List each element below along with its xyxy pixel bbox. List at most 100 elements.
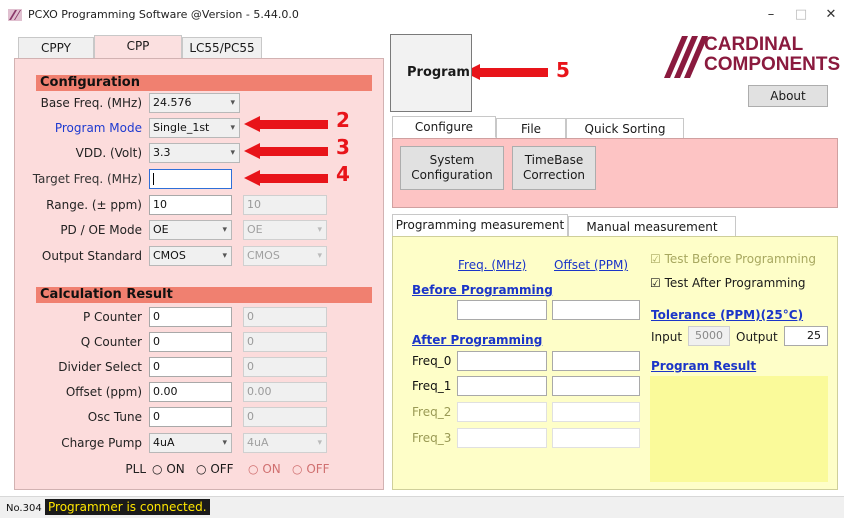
charge-pump-select[interactable]: 4uA ▾: [149, 433, 232, 453]
freq0-input[interactable]: [457, 351, 547, 371]
system-configuration-button[interactable]: System Configuration: [400, 146, 504, 190]
osc-tune-input-2: 0: [243, 407, 327, 427]
before-freq-input[interactable]: [457, 300, 547, 320]
p-counter-input[interactable]: 0: [149, 307, 232, 327]
tolerance-link[interactable]: Tolerance (PPM)(25°C): [651, 308, 803, 322]
tab-lc55-pc55[interactable]: LC55/PC55: [182, 37, 262, 59]
program-mode-select[interactable]: Single_1st ▾: [149, 118, 240, 138]
output-standard-select[interactable]: CMOS ▾: [149, 246, 232, 266]
test-before-checkbox[interactable]: ☑ Test Before Programming: [650, 252, 816, 266]
pll-on-radio[interactable]: ○ ON: [152, 462, 185, 476]
logo-text: CARDINAL COMPONENTS: [704, 34, 841, 75]
target-freq-input[interactable]: [149, 169, 232, 189]
freq0-offset-input[interactable]: [552, 351, 640, 371]
tab-file[interactable]: File: [496, 118, 566, 140]
charge-pump-label: Charge Pump: [61, 436, 142, 450]
after-programming-link[interactable]: After Programming: [412, 333, 542, 347]
divider-select-input[interactable]: 0: [149, 357, 232, 377]
freq2-offset-input: [552, 402, 640, 422]
title-bar: PCXO Programming Software @Version - 5.4…: [0, 0, 844, 30]
chevron-down-icon: ▾: [317, 225, 322, 235]
charge-pump-value: 4uA: [153, 436, 175, 449]
pd-oe-value: OE: [153, 223, 169, 236]
freq3-label: Freq_3: [412, 431, 452, 445]
freq3-input: [457, 428, 547, 448]
timebase-correction-button[interactable]: TimeBase Correction: [512, 146, 596, 190]
before-programming-link[interactable]: Before Programming: [412, 283, 553, 297]
checkbox-checked-icon: ☑: [650, 276, 661, 290]
pd-oe-value-2: OE: [247, 223, 263, 236]
radio-icon: ○: [196, 462, 207, 476]
program-button[interactable]: Program: [390, 34, 472, 112]
offset-label: Offset (ppm): [65, 385, 142, 399]
output-standard-value-2: CMOS: [247, 249, 280, 262]
tab-manual-measurement[interactable]: Manual measurement: [568, 216, 736, 238]
status-number: No.304: [6, 503, 42, 514]
tab-configure[interactable]: Configure: [392, 116, 496, 138]
test-after-label: Test After Programming: [664, 276, 806, 290]
charge-pump-value-2: 4uA: [247, 436, 269, 449]
pd-oe-label: PD / OE Mode: [60, 223, 142, 237]
window-title: PCXO Programming Software @Version - 5.4…: [28, 8, 299, 21]
button-line: Correction: [522, 168, 586, 182]
pll-off-radio[interactable]: ○ OFF: [196, 462, 234, 476]
p-counter-label: P Counter: [82, 310, 142, 324]
maximize-button[interactable]: □: [786, 4, 816, 26]
pll-label: PLL: [125, 462, 146, 476]
program-mode-label: Program Mode: [54, 121, 142, 135]
range-label: Range. (± ppm): [46, 198, 142, 212]
annotation-4: 4: [336, 162, 350, 186]
tolerance-output-field[interactable]: 25: [784, 326, 828, 346]
q-counter-label: Q Counter: [80, 335, 142, 349]
before-offset-input[interactable]: [552, 300, 640, 320]
button-line: TimeBase: [524, 153, 584, 167]
osc-tune-label: Osc Tune: [87, 410, 142, 424]
pll-off-radio-2: ○ OFF: [292, 462, 330, 476]
offset-column-header: Offset (PPM): [554, 258, 629, 272]
arrow-icon: [464, 64, 548, 80]
about-button[interactable]: About: [748, 85, 828, 107]
status-message: Programmer is connected.: [45, 499, 210, 515]
arrow-icon: [244, 143, 328, 159]
q-counter-input-2: 0: [243, 332, 327, 352]
charge-pump-select-2: 4uA ▾: [243, 433, 327, 453]
offset-input[interactable]: 0.00: [149, 382, 232, 402]
freq1-input[interactable]: [457, 376, 547, 396]
tolerance-input-field: 5000: [688, 326, 730, 346]
button-line: System: [429, 153, 475, 167]
range-input[interactable]: 10: [149, 195, 232, 215]
chevron-down-icon: ▾: [222, 438, 227, 448]
vdd-select[interactable]: 3.3 ▾: [149, 143, 240, 163]
annotation-2: 2: [336, 108, 350, 132]
pll-on-label-2: ON: [262, 462, 281, 476]
tab-cpp[interactable]: CPP: [94, 35, 182, 59]
minimize-button[interactable]: –: [756, 4, 786, 26]
app-icon: [8, 9, 22, 21]
close-button[interactable]: ✕: [816, 4, 844, 26]
vdd-value: 3.3: [153, 146, 171, 159]
status-bar: No.304 Programmer is connected.: [0, 496, 844, 518]
osc-tune-input[interactable]: 0: [149, 407, 232, 427]
arrow-icon: [244, 170, 328, 186]
tab-cppy[interactable]: CPPY: [18, 37, 94, 59]
q-counter-input[interactable]: 0: [149, 332, 232, 352]
radio-icon: ○: [292, 462, 303, 476]
pll-off-label-2: OFF: [306, 462, 330, 476]
freq1-offset-input[interactable]: [552, 376, 640, 396]
pd-oe-select[interactable]: OE ▾: [149, 220, 232, 240]
tab-programming-measurement[interactable]: Programming measurement: [392, 214, 568, 238]
calculation-header: Calculation Result: [36, 287, 372, 303]
test-after-checkbox[interactable]: ☑ Test After Programming: [650, 276, 806, 290]
chevron-down-icon: ▾: [317, 438, 322, 448]
freq0-label: Freq_0: [412, 354, 452, 368]
chevron-down-icon: ▾: [230, 123, 235, 133]
test-before-label: Test Before Programming: [664, 252, 816, 266]
tab-quick-sorting[interactable]: Quick Sorting: [566, 118, 684, 140]
program-mode-value: Single_1st: [153, 121, 210, 134]
output-standard-select-2: CMOS ▾: [243, 246, 327, 266]
base-freq-value: 24.576: [153, 96, 192, 109]
radio-icon: ○: [248, 462, 259, 476]
pll-off-label: OFF: [210, 462, 234, 476]
base-freq-select[interactable]: 24.576 ▾: [149, 93, 240, 113]
program-result-link[interactable]: Program Result: [651, 359, 756, 373]
